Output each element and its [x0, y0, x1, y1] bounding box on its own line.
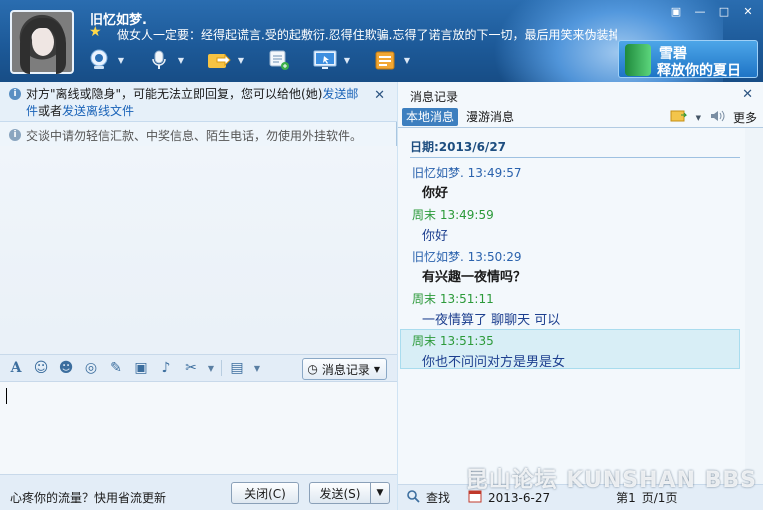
app-icon[interactable]	[372, 48, 398, 72]
message-header: 周末 13:49:59	[412, 206, 494, 223]
promo-slogan: 释放你的夏日	[657, 63, 741, 79]
history-scrollbar[interactable]	[745, 128, 763, 486]
skin-menu-icon[interactable]: ▣	[665, 3, 687, 19]
contact-signature: 做女人一定要：经得起谎言.受的起敷衍.忍得住欺骗.忘得了诺言放的下一切，最后用笑…	[117, 28, 617, 42]
emoji-icon[interactable]: ☺	[31, 358, 51, 378]
window-controls: ▣ — □ ✕	[665, 3, 759, 19]
chevron-down-icon[interactable]: ▼	[342, 56, 352, 65]
bottle-icon	[625, 44, 651, 76]
message-header: 周末 13:51:11	[412, 290, 494, 307]
font-icon[interactable]: A	[6, 358, 26, 378]
info-icon: i	[9, 129, 21, 141]
message-sender: 周末	[412, 292, 437, 306]
close-history-icon[interactable]: ✕	[742, 87, 753, 102]
message-sender: 旧忆如梦.	[412, 250, 464, 264]
message-history-button[interactable]: ◷ 消息记录 ▼	[302, 358, 387, 380]
avatar-face	[32, 28, 54, 56]
chevron-down-icon[interactable]: ▼	[236, 56, 246, 65]
security-tip: i 交谈中请勿轻信汇款、中奖信息、陌生电话，勿使用外挂软件。	[0, 122, 397, 146]
info-icon: i	[9, 88, 21, 100]
message-input[interactable]	[0, 382, 397, 474]
forum-watermark: 昆山论坛 KUNSHAN BBS	[465, 468, 757, 493]
send-offline-file-link[interactable]: 发送离线文件	[62, 104, 134, 118]
message-header: 旧忆如梦. 13:49:57	[412, 164, 522, 181]
microphone-icon[interactable]	[146, 48, 172, 72]
message-sender: 周末	[412, 334, 437, 348]
promo-banner[interactable]: 雪碧 释放你的夏日	[618, 40, 758, 79]
message-time: 13:49:59	[439, 208, 494, 222]
offline-notice-text: 对方"离线或隐身"，可能无法立即回复，您可以给他(她)	[26, 87, 323, 101]
message-text: 你好	[422, 186, 449, 201]
message-text: 有兴趣一夜情吗？	[422, 270, 527, 285]
remote-desktop-icon[interactable]	[312, 48, 338, 72]
chevron-down-icon[interactable]: ▼	[252, 364, 262, 373]
close-notice-icon[interactable]: ✕	[374, 87, 385, 104]
music-icon[interactable]: ♪	[156, 358, 176, 378]
doodle-icon[interactable]: ✎	[106, 358, 126, 378]
star-icon: ★	[89, 24, 102, 40]
chevron-down-icon[interactable]: ▼	[176, 56, 186, 65]
chevron-down-icon[interactable]: ▼	[402, 56, 412, 65]
date-label: 日期:2013/6/27	[410, 138, 740, 158]
screenshot-scissors-icon[interactable]: ✂	[181, 358, 201, 378]
message-text: 你好	[422, 229, 449, 244]
search-icon[interactable]	[406, 489, 420, 506]
maximize-icon[interactable]: □	[713, 3, 735, 19]
chevron-down-icon[interactable]: ▼	[206, 364, 216, 373]
close-icon[interactable]: ✕	[737, 3, 759, 19]
search-button[interactable]: 查找	[426, 489, 450, 506]
send-options-button[interactable]: ▼	[370, 482, 390, 504]
send-button[interactable]: 发送(S)	[309, 482, 371, 504]
image-icon[interactable]: ▣	[131, 358, 151, 378]
video-call-icon[interactable]	[86, 48, 112, 72]
chat-pane: i 对方"离线或隐身"，可能无法立即回复，您可以给他(她)发送邮件或者发送离线文…	[0, 82, 397, 510]
security-tip-text: 交谈中请勿轻信汇款、中奖信息、陌生电话，勿使用外挂软件。	[26, 129, 363, 143]
message-history-pane: 消息记录 ✕ 本地消息 漫游消息 ▼ 更多 日期:2013/6/27 旧忆如梦.…	[398, 82, 763, 510]
message-time: 13:51:35	[439, 334, 494, 348]
message-time: 13:51:11	[439, 292, 494, 306]
avatar[interactable]	[10, 10, 74, 74]
format-toolbar: A ☺ ☻ ◎ ✎ ▣ ♪ ✂ ▼ ▤ ▼ ◷ 消息记录 ▼	[0, 354, 397, 382]
history-tabs: 本地消息 漫游消息 ▼ 更多	[398, 106, 763, 128]
history-pane-title: 消息记录	[410, 90, 459, 104]
magic-emoji-icon[interactable]: ☻	[56, 358, 76, 378]
send-file-icon[interactable]	[206, 48, 232, 72]
message-time: 13:49:57	[467, 166, 522, 180]
chevron-down-icon[interactable]: ▼	[116, 56, 126, 65]
tab-local-messages[interactable]: 本地消息	[402, 108, 459, 126]
offline-notice: i 对方"离线或隐身"，可能无法立即回复，您可以给他(她)发送邮件或者发送离线文…	[0, 82, 397, 122]
message-text: 你也不问问对方是男是女	[422, 355, 566, 370]
message-history-label: 消息记录	[321, 362, 370, 377]
minimize-icon[interactable]: —	[689, 3, 711, 19]
message-time: 13:50:29	[467, 250, 522, 264]
offline-notice-or: 或者	[38, 104, 63, 118]
message-header: 周末 13:51:35	[412, 332, 494, 349]
chevron-down-icon[interactable]: ▼	[696, 114, 701, 122]
clock-icon: ◷	[307, 362, 318, 376]
message-sender: 周末	[412, 208, 437, 222]
history-tools: ▼ 更多	[670, 109, 757, 126]
message-sender: 旧忆如梦.	[412, 166, 464, 180]
chevron-down-icon: ▼	[373, 364, 380, 374]
message-text: 一夜情算了 聊聊天 可以	[422, 313, 561, 328]
text-caret	[6, 388, 7, 404]
tab-roaming-messages[interactable]: 漫游消息	[462, 108, 518, 126]
message-header: 旧忆如梦. 13:50:29	[412, 248, 522, 265]
divider	[221, 360, 222, 376]
export-icon[interactable]	[670, 109, 688, 126]
footer-tip-link[interactable]: 心疼你的流量？快用省流更新	[10, 489, 166, 506]
more-button[interactable]: 更多	[733, 109, 757, 126]
close-button[interactable]: 关闭(C)	[231, 482, 299, 504]
chat-footer: 心疼你的流量？快用省流更新 关闭(C) 发送(S) ▼	[0, 474, 397, 510]
create-discussion-icon[interactable]	[266, 48, 292, 72]
chat-toolbar: ▼ ▼ ▼ ▼ ▼	[86, 46, 412, 74]
speaker-icon[interactable]	[709, 109, 725, 126]
chat-header: 旧忆如梦. ★ 做女人一定要：经得起谎言.受的起敷衍.忍得住欺骗.忘得了诺言放的…	[0, 0, 763, 82]
shake-window-icon[interactable]: ◎	[81, 358, 101, 378]
toolbox-icon[interactable]: ▤	[227, 358, 247, 378]
